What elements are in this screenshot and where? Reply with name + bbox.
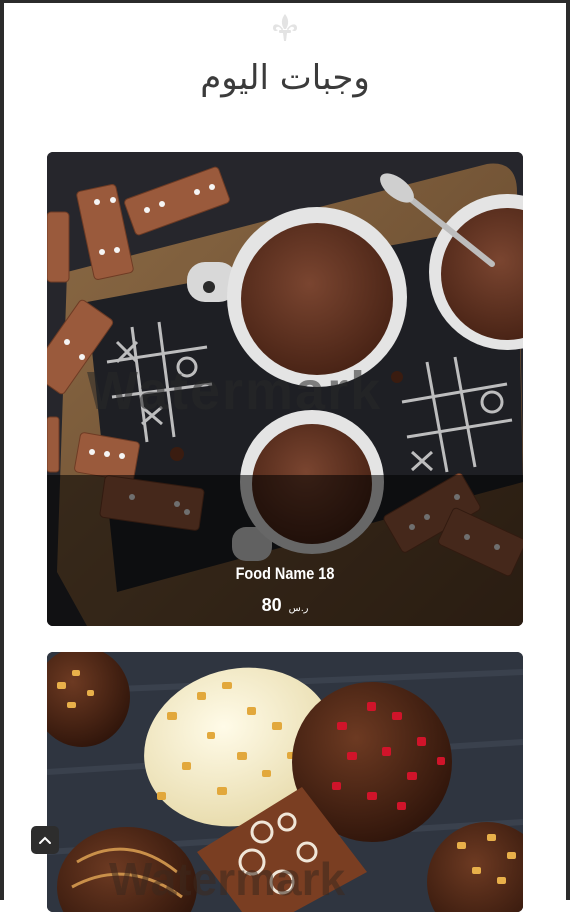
page-title: وجبات اليوم bbox=[200, 58, 370, 98]
fleur-de-lis-icon bbox=[270, 12, 300, 44]
scroll-to-top-button[interactable] bbox=[31, 826, 59, 854]
currency-label: ر.س bbox=[288, 603, 309, 614]
food-card[interactable]: Watermark Food Name 18 80 ر.س bbox=[47, 152, 523, 626]
chevron-up-icon bbox=[39, 836, 51, 844]
watermark-text: Watermark bbox=[109, 853, 346, 905]
price-value: 80 bbox=[261, 595, 282, 615]
food-card[interactable]: Watermark bbox=[47, 652, 523, 912]
food-price: 80 ر.س bbox=[47, 595, 523, 616]
food-name: Food Name 18 bbox=[235, 564, 335, 583]
watermark-text: Watermark bbox=[87, 361, 383, 421]
